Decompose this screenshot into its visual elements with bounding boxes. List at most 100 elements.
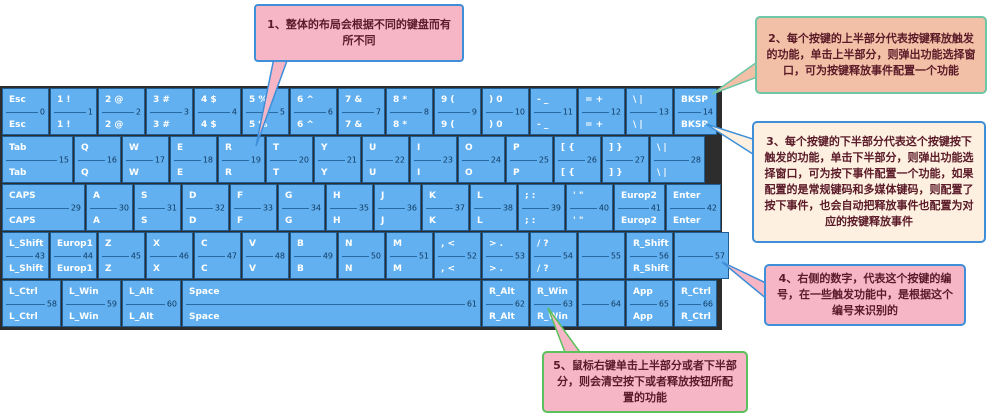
- key-release-label[interactable]: 5 %: [249, 95, 267, 105]
- key-press-label[interactable]: Enter: [673, 216, 700, 226]
- key-release-label[interactable]: J: [381, 191, 384, 201]
- key-press-label[interactable]: L_Alt: [129, 312, 154, 322]
- key-release-label[interactable]: = +: [585, 95, 603, 105]
- key-release-label[interactable]: 1 !: [57, 95, 71, 105]
- key-56[interactable]: R_Shift R_Shift 56: [626, 232, 673, 279]
- key-release-label[interactable]: ' ": [573, 191, 584, 201]
- key-press-label[interactable]: 3 #: [153, 120, 170, 130]
- key-release-label[interactable]: ] }: [609, 143, 623, 153]
- key-press-label[interactable]: ' ": [573, 216, 584, 226]
- key-release-label[interactable]: ) 0: [489, 95, 503, 105]
- key-58[interactable]: L_Ctrl L_Ctrl 58: [2, 280, 61, 327]
- key-release-label[interactable]: Europ1: [57, 239, 93, 249]
- key-release-label[interactable]: L: [477, 191, 483, 201]
- key-press-label[interactable]: 8 *: [393, 120, 407, 130]
- key-47[interactable]: C C 47: [194, 232, 241, 279]
- key-release-label[interactable]: V: [249, 239, 256, 249]
- key-press-label[interactable]: A: [93, 216, 100, 226]
- key-release-label[interactable]: \ |: [657, 143, 667, 153]
- key-28[interactable]: \ | \ | 28: [650, 136, 705, 183]
- key-release-label[interactable]: Q: [81, 143, 89, 153]
- key-release-label[interactable]: I: [417, 143, 420, 153]
- key-press-label[interactable]: 2 @: [105, 120, 123, 130]
- key-release-label[interactable]: Tab: [9, 143, 27, 153]
- key-52[interactable]: , < , < 52: [434, 232, 481, 279]
- key-4[interactable]: 4 $ 4 $ 4: [194, 88, 241, 135]
- key-0[interactable]: Esc Esc 0: [2, 88, 49, 135]
- key-46[interactable]: X X 46: [146, 232, 193, 279]
- key-press-label[interactable]: Europ2: [621, 216, 657, 226]
- key-press-label[interactable]: L_Ctrl: [9, 312, 38, 322]
- key-17[interactable]: W W 17: [122, 136, 169, 183]
- key-release-label[interactable]: > .: [489, 239, 503, 249]
- key-press-label[interactable]: L_Win: [69, 312, 99, 322]
- key-press-label[interactable]: R: [225, 168, 232, 178]
- key-10[interactable]: ) 0) 0 10: [482, 88, 529, 135]
- key-21[interactable]: Y Y 21: [314, 136, 361, 183]
- key-release-label[interactable]: R: [225, 143, 232, 153]
- key-release-label[interactable]: App: [633, 287, 653, 297]
- key-57[interactable]: 57: [674, 232, 729, 279]
- key-51[interactable]: M M 51: [386, 232, 433, 279]
- key-press-label[interactable]: 6 ^: [297, 120, 314, 130]
- key-release-label[interactable]: Esc: [9, 95, 26, 105]
- key-press-label[interactable]: 4 $: [201, 120, 217, 130]
- key-release-label[interactable]: 3 #: [153, 95, 170, 105]
- key-press-label[interactable]: T: [273, 168, 279, 178]
- key-press-label[interactable]: O: [465, 168, 473, 178]
- key-release-label[interactable]: T: [273, 143, 279, 153]
- key-release-label[interactable]: 6 ^: [297, 95, 314, 105]
- key-42[interactable]: Enter Enter 42: [666, 184, 721, 231]
- key-press-label[interactable]: , <: [441, 264, 455, 274]
- key-release-label[interactable]: N: [345, 239, 353, 249]
- key-press-label[interactable]: I: [417, 168, 420, 178]
- key-press-label[interactable]: H: [333, 216, 341, 226]
- key-press-label[interactable]: R_Ctrl: [681, 312, 711, 322]
- key-61[interactable]: Space Space 61: [182, 280, 481, 327]
- key-59[interactable]: L_Win L_Win 59: [62, 280, 121, 327]
- key-release-label[interactable]: L_Shift: [9, 239, 43, 249]
- key-press-label[interactable]: Z: [105, 264, 112, 274]
- key-64[interactable]: 64: [578, 280, 625, 327]
- key-38[interactable]: L L 38: [470, 184, 517, 231]
- key-press-label[interactable]: B: [297, 264, 304, 274]
- key-release-label[interactable]: 2 @: [105, 95, 123, 105]
- key-press-label[interactable]: D: [189, 216, 196, 226]
- key-release-label[interactable]: L_Ctrl: [9, 287, 38, 297]
- key-34[interactable]: G G 34: [278, 184, 325, 231]
- key-48[interactable]: V V 48: [242, 232, 289, 279]
- key-41[interactable]: Europ2 Europ2 41: [614, 184, 665, 231]
- key-8[interactable]: 8 * 8 * 8: [386, 88, 433, 135]
- key-66[interactable]: R_Ctrl R_Ctrl 66: [674, 280, 717, 327]
- key-press-label[interactable]: ) 0: [489, 120, 503, 130]
- key-press-label[interactable]: Esc: [9, 120, 26, 130]
- key-press-label[interactable]: V: [249, 264, 256, 274]
- key-release-label[interactable]: , <: [441, 239, 455, 249]
- key-release-label[interactable]: L_Alt: [129, 287, 154, 297]
- key-32[interactable]: D D 32: [182, 184, 229, 231]
- key-press-label[interactable]: 1 !: [57, 120, 71, 130]
- key-press-label[interactable]: N: [345, 264, 353, 274]
- key-press-label[interactable]: ] }: [609, 168, 623, 178]
- key-release-label[interactable]: L_Win: [69, 287, 99, 297]
- key-press-label[interactable]: M: [393, 264, 402, 274]
- key-1[interactable]: 1 ! 1 ! 1: [50, 88, 97, 135]
- key-release-label[interactable]: R_Shift: [633, 239, 669, 249]
- key-release-label[interactable]: D: [189, 191, 196, 201]
- key-release-label[interactable]: R_Alt: [489, 287, 515, 297]
- key-60[interactable]: L_Alt L_Alt 60: [122, 280, 181, 327]
- key-press-label[interactable]: > .: [489, 264, 503, 274]
- key-16[interactable]: Q Q 16: [74, 136, 121, 183]
- key-press-label[interactable]: U: [369, 168, 376, 178]
- key-15[interactable]: Tab Tab 15: [2, 136, 73, 183]
- key-6[interactable]: 6 ^ 6 ^ 6: [290, 88, 337, 135]
- key-press-label[interactable]: K: [429, 216, 436, 226]
- key-press-label[interactable]: J: [381, 216, 384, 226]
- key-press-label[interactable]: L: [477, 216, 483, 226]
- key-26[interactable]: [ {[ {26: [554, 136, 601, 183]
- key-press-label[interactable]: W: [129, 168, 139, 178]
- key-release-label[interactable]: H: [333, 191, 341, 201]
- key-3[interactable]: 3 # 3 # 3: [146, 88, 193, 135]
- key-62[interactable]: R_Alt R_Alt 62: [482, 280, 529, 327]
- key-press-label[interactable]: - _: [537, 120, 548, 130]
